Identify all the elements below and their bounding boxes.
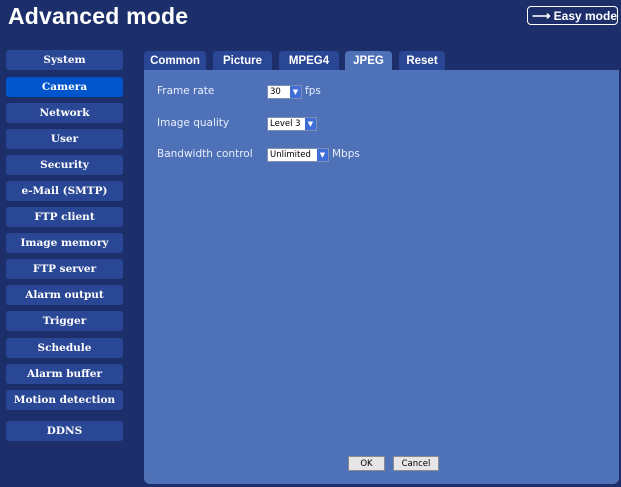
sidebar-item-image-memory[interactable]: Image memory (6, 233, 123, 253)
ok-button[interactable]: OK (348, 456, 385, 471)
frame-rate-select[interactable]: 30 ▼ (267, 85, 302, 99)
sidebar-item-alarm-output[interactable]: Alarm output (6, 285, 123, 305)
arrow-right-icon: ⟶ (532, 8, 551, 23)
tab-mpeg4[interactable]: MPEG4 (279, 51, 339, 71)
cancel-button[interactable]: Cancel (393, 456, 439, 471)
sidebar-item-system[interactable]: System (6, 50, 123, 70)
chevron-down-icon: ▼ (316, 149, 328, 161)
bandwidth-control-label: Bandwidth control (157, 148, 253, 160)
sidebar-item-schedule[interactable]: Schedule (6, 338, 123, 358)
image-quality-select[interactable]: Level 3 ▼ (267, 117, 317, 131)
settings-panel (144, 70, 619, 484)
sidebar-item-alarm-buffer[interactable]: Alarm buffer (6, 364, 123, 384)
chevron-down-icon: ▼ (304, 118, 316, 130)
easy-mode-label: Easy mode (553, 8, 618, 23)
sidebar-item-user[interactable]: User (6, 129, 123, 149)
sidebar-item-trigger[interactable]: Trigger (6, 311, 123, 331)
sidebar-item-ddns[interactable]: DDNS (6, 421, 123, 441)
chevron-down-icon: ▼ (289, 86, 301, 98)
image-quality-label: Image quality (157, 117, 230, 129)
tab-picture[interactable]: Picture (213, 51, 272, 71)
frame-rate-value: 30 (270, 87, 281, 97)
sidebar-item-security[interactable]: Security (6, 155, 123, 175)
bandwidth-control-select[interactable]: Unlimited ▼ (267, 148, 329, 162)
sidebar-item-email-smtp[interactable]: e-Mail (SMTP) (6, 181, 123, 201)
sidebar-item-motion-detection[interactable]: Motion detection (6, 390, 123, 410)
sidebar-item-network[interactable]: Network (6, 103, 123, 123)
image-quality-value: Level 3 (270, 119, 301, 129)
tab-jpeg[interactable]: JPEG (345, 51, 392, 71)
sidebar-item-ftp-client[interactable]: FTP client (6, 207, 123, 227)
bandwidth-control-unit: Mbps (332, 148, 360, 160)
frame-rate-label: Frame rate (157, 85, 215, 97)
page-title: Advanced mode (8, 3, 189, 29)
easy-mode-button[interactable]: ⟶ Easy mode (527, 6, 618, 25)
sidebar-item-ftp-server[interactable]: FTP server (6, 259, 123, 279)
frame-rate-unit: fps (305, 85, 321, 97)
tab-common[interactable]: Common (144, 51, 206, 71)
sidebar-item-camera[interactable]: Camera (6, 77, 123, 97)
tab-reset[interactable]: Reset (399, 51, 445, 71)
bandwidth-control-value: Unlimited (270, 150, 311, 160)
